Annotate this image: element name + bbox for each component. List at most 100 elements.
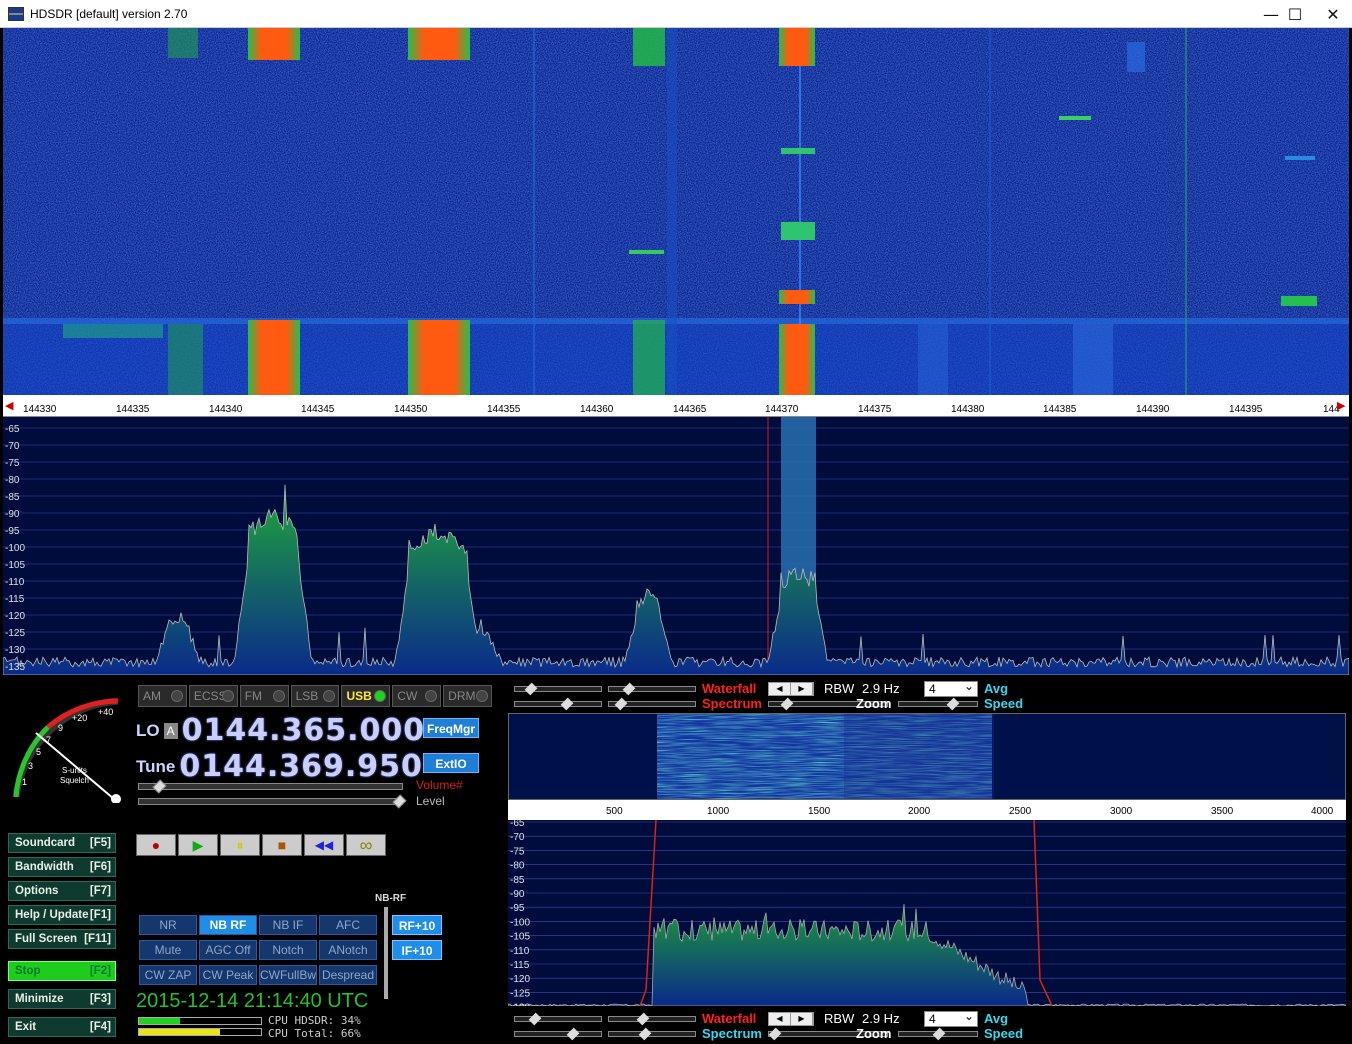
main-spectrum[interactable]: -65 -70 -75 -80 -85 -90 -95 -100 -105 -110 -115 -12… xyxy=(3,417,1349,675)
mode-am-button[interactable]: AM xyxy=(138,685,187,707)
app-icon xyxy=(8,6,24,21)
if-plus10-button[interactable]: IF+10 xyxy=(392,940,442,960)
pause-button[interactable]: ⏸ xyxy=(220,834,260,856)
slider-thumb[interactable] xyxy=(780,697,794,711)
extio-button[interactable]: ExtIO xyxy=(423,753,479,773)
nb-rf-button[interactable]: NB RF xyxy=(199,915,257,935)
main-waterfall[interactable] xyxy=(3,28,1349,395)
zoom-db-label: -115 xyxy=(510,960,530,971)
agc-button[interactable]: AGC Off xyxy=(199,940,257,960)
freq-tick: 144375 xyxy=(858,404,892,415)
nb-rf-slider[interactable] xyxy=(384,907,388,999)
spectrum-label: Spectrum xyxy=(702,696,762,711)
speed-slider[interactable] xyxy=(898,1027,978,1041)
full-screen-button[interactable]: Full Screen [F11] xyxy=(8,929,116,949)
mode-usb-button[interactable]: USB xyxy=(341,685,391,707)
options-button[interactable]: Options [F7] xyxy=(8,881,116,901)
spectrum-max-slider[interactable] xyxy=(608,1027,696,1041)
slider-thumb[interactable] xyxy=(560,697,574,711)
help-update-button[interactable]: Help / Update [F1] xyxy=(8,905,116,925)
loop-button[interactable]: ∞ xyxy=(346,834,386,856)
avg-select[interactable]: 4 xyxy=(924,679,978,697)
slider-thumb[interactable] xyxy=(932,1027,946,1041)
scroll-left-arrow-icon[interactable]: ◀ xyxy=(5,399,13,412)
stop-playback-button[interactable]: ■ xyxy=(262,834,302,856)
lo-ab-toggle[interactable]: A xyxy=(163,722,178,739)
volume-label: Volume# xyxy=(416,778,463,792)
mode-ecss-button[interactable]: ECSS xyxy=(188,685,238,707)
avg-select[interactable]: 4 xyxy=(924,1009,978,1027)
arrow-left-icon[interactable]: ◀ xyxy=(769,1013,791,1025)
anotch-button[interactable]: ANotch xyxy=(319,940,377,960)
level-slider[interactable] xyxy=(138,794,407,809)
slider-thumb[interactable] xyxy=(528,1012,542,1026)
volume-slider[interactable] xyxy=(138,779,403,794)
cw-zap-button[interactable]: CW ZAP xyxy=(139,965,197,985)
slider-thumb[interactable] xyxy=(636,1012,650,1026)
slider-thumb[interactable] xyxy=(638,1027,652,1041)
scroll-right-arrow-icon[interactable]: ▶ xyxy=(1337,399,1345,412)
slider-thumb[interactable] xyxy=(768,1027,782,1041)
bandwidth-button[interactable]: Bandwidth [F6] xyxy=(8,857,116,877)
main-frequency-axis[interactable]: ◀ 144330 144335 144340 144345 144350 144… xyxy=(3,395,1349,417)
waterfall-min-slider[interactable] xyxy=(514,1012,602,1026)
nr-button[interactable]: NR xyxy=(139,915,197,935)
rf-plus10-button[interactable]: RF+10 xyxy=(392,915,442,935)
cw-fullbw-button[interactable]: CWFullBw xyxy=(259,965,317,985)
slider-thumb[interactable] xyxy=(614,697,628,711)
nb-if-button[interactable]: NB IF xyxy=(259,915,317,935)
speed-slider[interactable] xyxy=(898,697,978,711)
mode-drm-button[interactable]: DRM xyxy=(443,685,493,707)
cw-peak-button[interactable]: CW Peak xyxy=(199,965,257,985)
spectrum-min-slider[interactable] xyxy=(514,697,602,711)
slider-thumb[interactable] xyxy=(392,794,407,809)
tune-frequency-display[interactable]: 0144.369.950 xyxy=(179,749,423,784)
arrow-left-icon[interactable]: ◀ xyxy=(769,683,791,695)
spectrum-min-slider[interactable] xyxy=(514,1027,602,1041)
avg-label: Avg xyxy=(984,1011,1009,1026)
smeter-scale: 7 xyxy=(46,735,51,745)
mode-lsb-button[interactable]: LSB xyxy=(290,685,340,707)
button-label: Bandwidth xyxy=(15,861,74,873)
freq-tick: 144380 xyxy=(951,404,985,415)
mode-fm-button[interactable]: FM xyxy=(239,685,289,707)
zoom-frequency-axis[interactable]: 500 1000 1500 2000 2500 3000 3500 4000 xyxy=(508,800,1346,820)
zoom-spectrum[interactable]: -65 -70 -75 -80 -85 -90 -95 -100 -105 -110 -115 -12… xyxy=(508,820,1346,1006)
main-db-label: -125 xyxy=(5,628,25,639)
zoom-db-label: -125 xyxy=(510,988,530,999)
spectrum-max-slider[interactable] xyxy=(608,697,696,711)
soundcard-button[interactable]: Soundcard [F5] xyxy=(8,833,116,853)
led-icon xyxy=(170,690,183,702)
waterfall-max-slider[interactable] xyxy=(608,682,696,696)
mute-button[interactable]: Mute xyxy=(139,940,197,960)
notch-button[interactable]: Notch xyxy=(259,940,317,960)
minimize-app-button[interactable]: Minimize [F3] xyxy=(8,989,116,1009)
slider-thumb[interactable] xyxy=(566,1027,580,1041)
main-db-label: -95 xyxy=(5,526,20,537)
exit-button[interactable]: Exit [F4] xyxy=(8,1017,116,1037)
main-db-label: -85 xyxy=(5,492,20,503)
stop-button[interactable]: Stop [F2] xyxy=(8,961,116,981)
slider-thumb[interactable] xyxy=(622,682,636,696)
button-label: Soundcard xyxy=(15,837,76,849)
lo-frequency-display[interactable]: 0144.365.000 xyxy=(182,713,426,748)
close-button[interactable]: ✕ xyxy=(1310,0,1352,28)
mode-cw-button[interactable]: CW xyxy=(392,685,442,707)
arrow-right-icon[interactable]: ▶ xyxy=(791,683,813,695)
zoom-waterfall[interactable] xyxy=(508,713,1346,800)
rbw-arrows[interactable]: ◀ ▶ xyxy=(768,1012,814,1026)
waterfall-min-slider[interactable] xyxy=(514,682,602,696)
slider-thumb[interactable] xyxy=(524,682,538,696)
freqmgr-button[interactable]: FreqMgr xyxy=(423,718,479,738)
arrow-right-icon[interactable]: ▶ xyxy=(791,1013,813,1025)
play-button[interactable]: ▶ xyxy=(178,834,218,856)
record-button[interactable]: ● xyxy=(136,834,176,856)
zoom-label: Zoom xyxy=(856,696,892,711)
rewind-button[interactable]: ◀◀ xyxy=(304,834,344,856)
rbw-arrows[interactable]: ◀ ▶ xyxy=(768,682,814,696)
cpu-hdsdr-text: CPU HDSDR: 34% xyxy=(268,1014,361,1027)
despread-button[interactable]: Despread xyxy=(319,965,377,985)
slider-thumb[interactable] xyxy=(946,697,960,711)
afc-button[interactable]: AFC xyxy=(319,915,377,935)
waterfall-max-slider[interactable] xyxy=(608,1012,696,1026)
